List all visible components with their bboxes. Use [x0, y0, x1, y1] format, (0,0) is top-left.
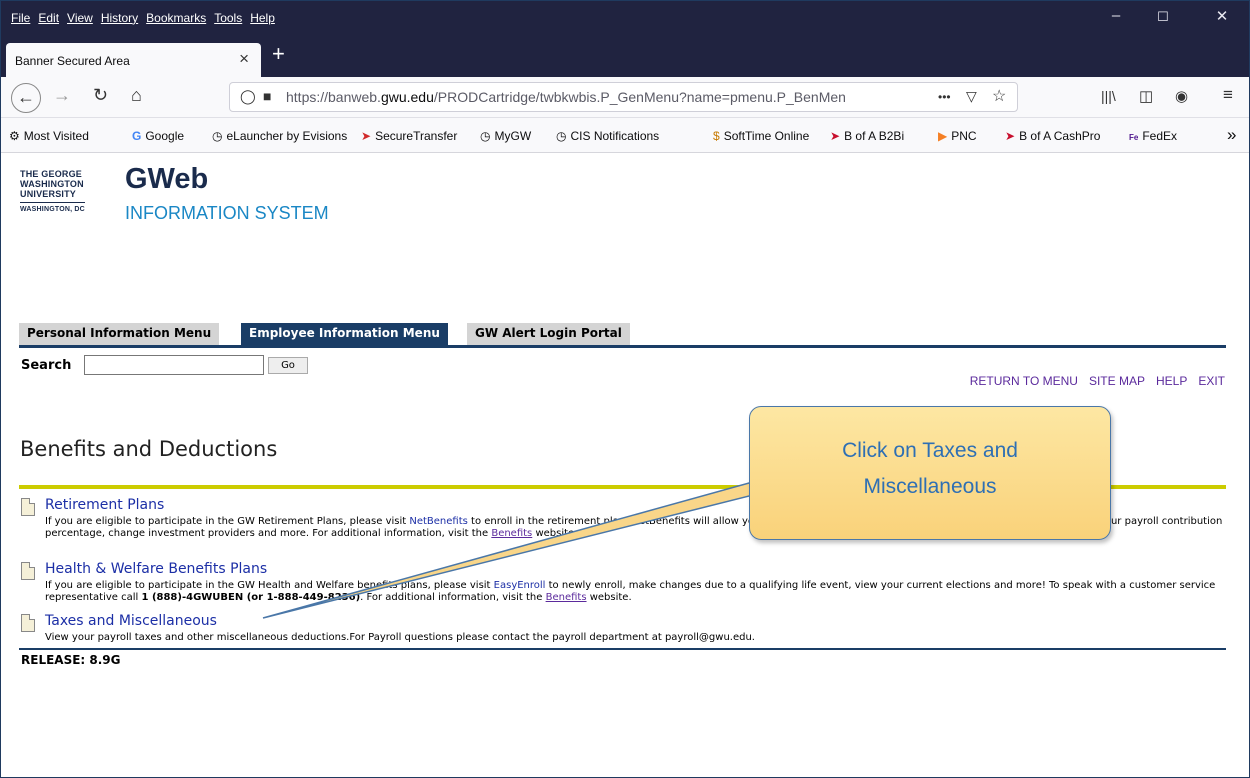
globe-icon: ◷ — [556, 129, 567, 143]
menu-view[interactable]: View — [67, 11, 93, 25]
home-icon[interactable]: ⌂ — [131, 85, 142, 106]
menu-bookmarks[interactable]: Bookmarks — [146, 11, 206, 25]
menu-file[interactable]: File — [11, 11, 30, 25]
navigation-bar: ← → ↻ ⌂ ◯ ■ https://banweb.gwu.edu/PRODC… — [1, 77, 1249, 118]
maximize-icon[interactable]: ☐ — [1150, 9, 1176, 25]
bookmark-google[interactable]: G Google — [132, 129, 184, 143]
menu-edit[interactable]: Edit — [38, 11, 59, 25]
bookmark-cis-notifications[interactable]: ◷ CIS Notifications — [556, 129, 659, 143]
bookmark-pnc[interactable]: ▶ PNC — [938, 129, 977, 143]
softtime-icon: $ — [713, 129, 720, 143]
easyenroll-link[interactable]: EasyEnroll — [494, 580, 546, 591]
help-link[interactable]: HELP — [1156, 374, 1187, 388]
bookmarks-bar: ⚙ Most Visited G Google ◷ eLauncher by Evis… — [1, 118, 1249, 153]
taxes-description: View your payroll taxes and other miscel… — [45, 632, 755, 643]
url-bar[interactable]: ◯ ■ https://banweb.gwu.edu/PRODCartridge… — [229, 82, 1018, 112]
brand-subtitle: INFORMATION SYSTEM — [125, 203, 329, 223]
document-icon — [21, 562, 35, 580]
search-input[interactable] — [84, 355, 264, 375]
brand-title: GWeb — [125, 163, 209, 195]
health-welfare-description: If you are eligible to participate in th… — [45, 580, 1216, 603]
bofa-icon: ➤ — [830, 129, 841, 143]
window-close-icon[interactable]: ✕ — [1209, 7, 1235, 25]
menu-bar: File Edit View History Bookmarks Tools H… — [1, 1, 1249, 34]
google-icon: G — [132, 129, 142, 143]
bookmark-mygw[interactable]: ◷ MyGW — [480, 129, 531, 143]
menu-help[interactable]: Help — [250, 11, 275, 25]
minimize-icon[interactable]: – — [1103, 7, 1129, 24]
search-label: Search — [21, 358, 72, 373]
bofa-icon: ➤ — [1005, 129, 1016, 143]
top-links: RETURN TO MENU SITE MAP HELP EXIT — [970, 374, 1225, 388]
globe-icon: ◷ — [212, 129, 223, 143]
library-icon[interactable]: |||\ — [1101, 88, 1116, 104]
page-actions-icon[interactable]: ••• — [938, 90, 951, 104]
tab-employee-information[interactable]: Employee Information Menu — [241, 323, 448, 345]
bookmark-fedex[interactable]: Fe FedEx — [1129, 129, 1177, 143]
hamburger-menu-icon[interactable]: ≡ — [1223, 85, 1233, 105]
browser-tab[interactable]: Banner Secured Area × — [6, 43, 261, 77]
footer-divider — [19, 648, 1226, 650]
menu-history[interactable]: History — [101, 11, 138, 25]
health-welfare-link[interactable]: Health & Welfare Benefits Plans — [45, 561, 267, 577]
bookmark-star-icon[interactable]: ☆ — [992, 86, 1006, 106]
tab-close-icon[interactable]: × — [239, 49, 249, 69]
page-title: Benefits and Deductions — [20, 437, 278, 461]
taxes-miscellaneous-link[interactable]: Taxes and Miscellaneous — [45, 613, 217, 629]
back-icon[interactable]: ← — [11, 83, 41, 113]
page-content: THE GEORGE WASHINGTON UNIVERSITY WASHING… — [1, 153, 1249, 777]
bookmark-most-visited[interactable]: ⚙ Most Visited — [9, 129, 89, 143]
benefits-link[interactable]: Benefits — [546, 592, 587, 603]
netbenefits-link[interactable]: NetBenefits — [409, 516, 468, 527]
bookmarks-overflow-icon[interactable]: » — [1227, 125, 1236, 145]
gear-icon: ⚙ — [9, 129, 20, 143]
new-tab-icon[interactable]: + — [272, 41, 285, 67]
tab-strip: Banner Secured Area × + — [1, 34, 1249, 77]
fedex-icon: Fe — [1129, 133, 1139, 142]
retirement-plans-link[interactable]: Retirement Plans — [45, 497, 164, 513]
bookmark-bofa-cashpro[interactable]: ➤ B of A CashPro — [1005, 129, 1100, 143]
bookmark-bofa-b2bi[interactable]: ➤ B of A B2Bi — [830, 129, 904, 143]
forward-icon[interactable]: → — [53, 85, 71, 106]
browser-window: File Edit View History Bookmarks Tools H… — [0, 0, 1250, 778]
bookmark-securetransfer[interactable]: ➤ SecureTransfer — [361, 129, 457, 143]
callout-box: Click on Taxes and Miscellaneous — [749, 406, 1111, 540]
document-icon — [21, 614, 35, 632]
shield-icon[interactable]: ◯ — [240, 88, 256, 105]
menu-tools[interactable]: Tools — [214, 11, 242, 25]
lock-icon[interactable]: ■ — [263, 88, 271, 104]
securetransfer-icon: ➤ — [361, 129, 372, 143]
tab-personal-information[interactable]: Personal Information Menu — [19, 323, 220, 345]
globe-icon: ◷ — [480, 129, 491, 143]
document-icon — [21, 498, 35, 516]
release-label: RELEASE: 8.9G — [21, 653, 121, 667]
bookmark-softtime[interactable]: $ SoftTime Online — [713, 129, 809, 143]
callout-text: Click on Taxes and Miscellaneous — [842, 439, 1018, 498]
tab-title: Banner Secured Area — [15, 54, 130, 68]
pnc-icon: ▶ — [938, 129, 948, 143]
sidebar-icon[interactable]: ◫ — [1139, 87, 1153, 105]
benefits-link[interactable]: Benefits — [491, 528, 532, 539]
return-to-menu-link[interactable]: RETURN TO MENU — [970, 374, 1078, 388]
url-text: https://banweb.gwu.edu/PRODCartridge/twb… — [286, 89, 846, 105]
reload-icon[interactable]: ↻ — [93, 85, 108, 106]
bookmark-elauncher[interactable]: ◷ eLauncher by Evisions — [212, 129, 347, 143]
site-map-link[interactable]: SITE MAP — [1089, 374, 1145, 388]
tab-gw-alert-login[interactable]: GW Alert Login Portal — [467, 323, 630, 345]
exit-link[interactable]: EXIT — [1198, 374, 1225, 388]
account-icon[interactable]: ◉ — [1175, 87, 1188, 105]
pocket-icon[interactable]: ▽ — [966, 88, 977, 105]
go-button[interactable]: Go — [268, 357, 308, 374]
gwu-logo: THE GEORGE WASHINGTON UNIVERSITY WASHING… — [20, 169, 85, 213]
tab-divider — [19, 345, 1226, 348]
